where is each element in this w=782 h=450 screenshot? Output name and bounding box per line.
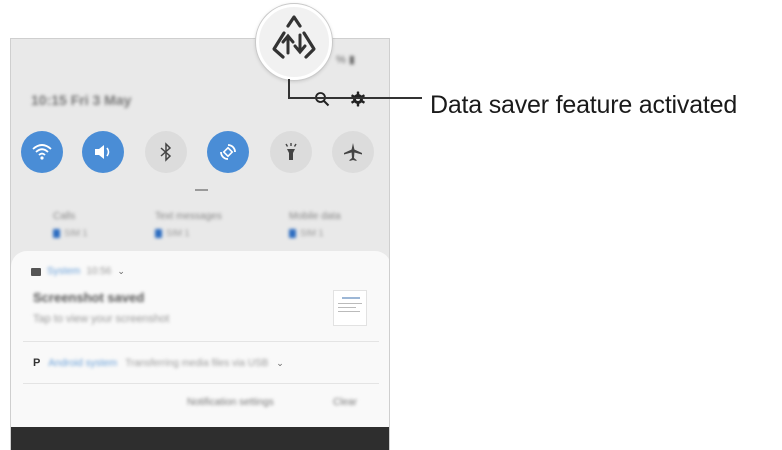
usage-label: Mobile data xyxy=(289,211,341,222)
bluetooth-icon xyxy=(160,142,172,162)
sim-icon xyxy=(289,228,296,238)
flashlight-toggle[interactable] xyxy=(270,131,312,173)
usage-mobile-data: Mobile data SIM 1 xyxy=(289,211,341,238)
search-icon[interactable] xyxy=(314,91,330,107)
image-icon xyxy=(31,267,41,276)
panel-drag-handle[interactable] xyxy=(195,189,208,191)
airplane-icon xyxy=(344,143,362,161)
settings-gear-icon[interactable] xyxy=(350,91,366,107)
notification-time: 10:56 xyxy=(86,266,112,277)
volume-icon xyxy=(95,145,110,159)
sound-toggle[interactable] xyxy=(82,131,124,173)
sim-label: SIM 1 xyxy=(64,228,88,238)
flashlight-icon xyxy=(285,143,297,160)
callout-line xyxy=(288,97,422,99)
divider xyxy=(23,383,379,384)
usage-calls: Calls SIM 1 xyxy=(53,211,88,238)
notification-header: System 10:56 ⌄ xyxy=(31,266,125,277)
bluetooth-toggle[interactable] xyxy=(145,131,187,173)
auto-rotate-icon xyxy=(220,144,236,160)
data-saver-badge xyxy=(256,4,332,80)
screenshot-thumbnail[interactable] xyxy=(333,290,367,326)
wifi-icon xyxy=(32,144,52,160)
auto-rotate-toggle[interactable] xyxy=(207,131,249,173)
usage-label: Text messages xyxy=(155,211,222,222)
notification-title[interactable]: Screenshot saved xyxy=(33,290,144,305)
android-system-icon: P xyxy=(33,357,41,369)
sim-label: SIM 1 xyxy=(166,228,190,238)
chevron-down-icon[interactable]: ⌄ xyxy=(117,266,125,277)
callout-line xyxy=(288,79,290,99)
date-time: 10:15 Fri 3 May xyxy=(31,92,132,108)
sim-label: SIM 1 xyxy=(300,228,324,238)
clear-button[interactable]: Clear xyxy=(333,397,357,408)
navigation-area xyxy=(11,427,389,450)
airplane-mode-toggle[interactable] xyxy=(332,131,374,173)
phone-screen: % ▮ 10:15 Fri 3 May Calls SIM 1 Text mes… xyxy=(10,38,390,450)
callout-label: Data saver feature activated xyxy=(430,91,738,119)
battery-status: % ▮ xyxy=(336,54,355,66)
chevron-down-icon[interactable]: ⌄ xyxy=(276,358,284,369)
notification-settings-button[interactable]: Notification settings xyxy=(187,397,274,408)
notification-text[interactable]: Tap to view your screenshot xyxy=(33,313,169,325)
sim-icon xyxy=(155,228,162,238)
notification-app-name: System xyxy=(47,266,81,277)
usage-text-messages: Text messages SIM 1 xyxy=(155,211,222,238)
divider xyxy=(23,341,379,342)
usb-notification[interactable]: P Android system Transferring media file… xyxy=(33,357,284,369)
sim-icon xyxy=(53,228,60,238)
notification-text: Transferring media files via USB xyxy=(125,357,269,369)
usage-label: Calls xyxy=(53,211,76,222)
notification-app-name: Android system xyxy=(48,357,118,369)
data-saver-icon xyxy=(272,15,316,59)
wifi-toggle[interactable] xyxy=(21,131,63,173)
